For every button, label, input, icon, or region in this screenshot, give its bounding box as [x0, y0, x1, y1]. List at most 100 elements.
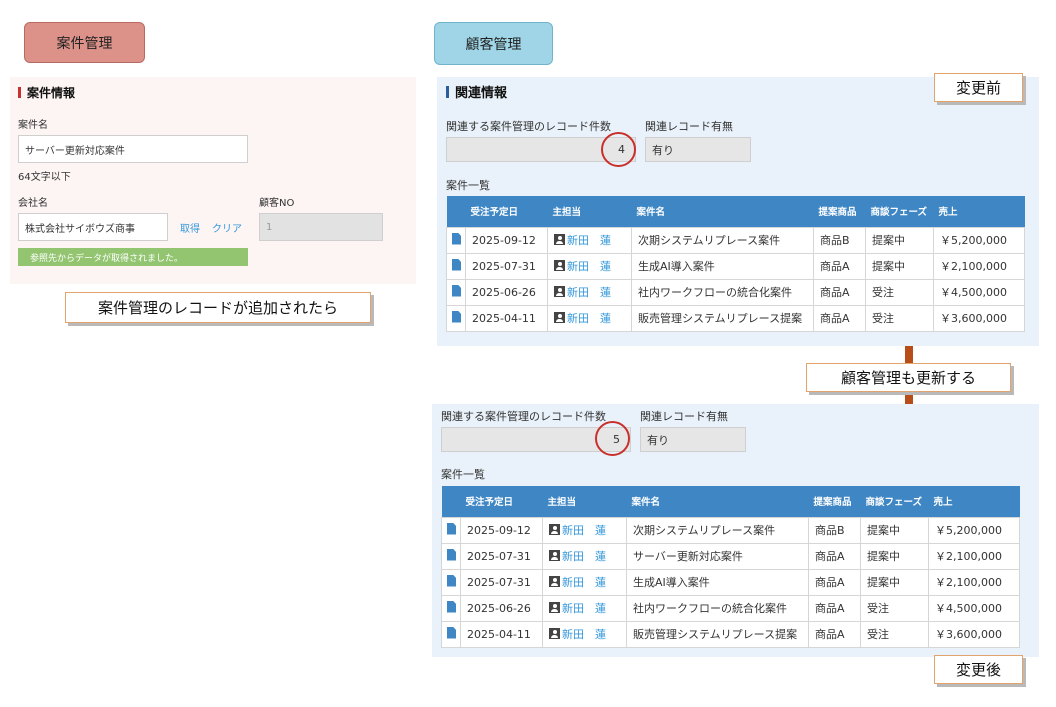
record-detail-cell[interactable]	[446, 252, 466, 280]
product-cell: 商品A	[808, 620, 861, 648]
document-icon[interactable]	[452, 284, 461, 297]
date-cell: 2025-06-26	[465, 278, 548, 306]
case-name-input[interactable]: サーバー更新対応案件	[18, 135, 248, 163]
owner-name[interactable]: 新田 蓮	[562, 576, 606, 589]
table-row[interactable]: 2025-09-12 新田 蓮 次期システムリプレース案件 商品B 提案中 ￥5,200,…	[446, 226, 1025, 254]
document-icon[interactable]	[447, 600, 456, 613]
user-icon	[549, 524, 560, 535]
header-case-name[interactable]: 案件名	[631, 196, 814, 227]
owner-cell[interactable]: 新田 蓮	[547, 278, 632, 306]
phase-cell: 提案中	[860, 516, 929, 544]
table-row[interactable]: 2025-09-12 新田 蓮 次期システムリプレース案件 商品B 提案中 ￥5,200,…	[441, 516, 1020, 544]
owner-cell[interactable]: 新田 蓮	[542, 568, 627, 596]
phase-cell: 受注	[865, 278, 934, 306]
callout-record-added: 案件管理のレコードが追加されたら	[65, 292, 371, 323]
record-exists-label: 関連レコード有無	[640, 410, 728, 423]
document-icon[interactable]	[452, 232, 461, 245]
product-cell: 商品B	[808, 516, 861, 544]
user-icon	[554, 286, 565, 297]
phase-cell: 提案中	[865, 252, 934, 280]
owner-name[interactable]: 新田 蓮	[567, 260, 611, 273]
header-date[interactable]: 受注予定日	[460, 486, 543, 517]
record-detail-cell[interactable]	[441, 620, 461, 648]
header-date[interactable]: 受注予定日	[465, 196, 548, 227]
clear-link[interactable]: クリア	[212, 220, 242, 235]
document-icon[interactable]	[447, 548, 456, 561]
date-cell: 2025-09-12	[465, 226, 548, 254]
user-icon	[549, 602, 560, 613]
owner-name[interactable]: 新田 蓮	[567, 312, 611, 325]
date-cell: 2025-06-26	[460, 594, 543, 622]
table-row[interactable]: 2025-04-11 新田 蓮 販売管理システムリプレース提案 商品A 受注 ￥3,600…	[441, 620, 1020, 648]
case-name-cell: 社内ワークフローの統合化案件	[626, 594, 809, 622]
table-row[interactable]: 2025-07-31 新田 蓮 生成AI導入案件 商品A 提案中 ￥2,100,000	[446, 252, 1025, 280]
product-cell: 商品A	[813, 304, 866, 332]
document-icon[interactable]	[447, 574, 456, 587]
header-sales[interactable]: 売上	[933, 196, 1025, 227]
case-info-section-title: 案件情報	[18, 84, 75, 101]
related-panel-after: 関連する案件管理のレコード件数 5 関連レコード有無 有り 案件一覧 受注予定日…	[432, 404, 1039, 657]
owner-name[interactable]: 新田 蓮	[562, 602, 606, 615]
phase-cell: 提案中	[860, 542, 929, 570]
document-icon[interactable]	[447, 522, 456, 535]
date-cell: 2025-07-31	[465, 252, 548, 280]
owner-cell[interactable]: 新田 蓮	[542, 516, 627, 544]
product-cell: 商品A	[813, 252, 866, 280]
sales-cell: ￥4,500,000	[933, 278, 1025, 306]
header-phase[interactable]: 商談フェーズ	[860, 486, 929, 517]
header-product[interactable]: 提案商品	[808, 486, 861, 517]
header-icon-col	[441, 486, 461, 517]
phase-cell: 受注	[860, 594, 929, 622]
user-icon	[549, 576, 560, 587]
document-icon[interactable]	[452, 258, 461, 271]
header-owner[interactable]: 主担当	[547, 196, 632, 227]
owner-cell[interactable]: 新田 蓮	[542, 620, 627, 648]
document-icon[interactable]	[452, 310, 461, 323]
record-detail-cell[interactable]	[446, 304, 466, 332]
case-list-label: 案件一覧	[446, 179, 490, 192]
owner-name[interactable]: 新田 蓮	[567, 234, 611, 247]
callout-also-updates: 顧客管理も更新する	[806, 363, 1011, 392]
record-exists-field: 有り	[640, 427, 746, 452]
table-row[interactable]: 2025-06-26 新田 蓮 社内ワークフローの統合化案件 商品A 受注 ￥4,500,…	[446, 278, 1025, 306]
case-info-title-text: 案件情報	[27, 86, 76, 100]
document-icon[interactable]	[447, 626, 456, 639]
header-owner[interactable]: 主担当	[542, 486, 627, 517]
record-detail-cell[interactable]	[446, 226, 466, 254]
header-sales[interactable]: 売上	[928, 486, 1020, 517]
owner-cell[interactable]: 新田 蓮	[547, 304, 632, 332]
owner-cell[interactable]: 新田 蓮	[547, 226, 632, 254]
record-detail-cell[interactable]	[441, 568, 461, 596]
product-cell: 商品A	[808, 594, 861, 622]
header-product[interactable]: 提案商品	[813, 196, 866, 227]
tab-kokyaku-kanri[interactable]: 顧客管理	[434, 22, 553, 65]
owner-name[interactable]: 新田 蓮	[562, 550, 606, 563]
callout-after: 変更後	[934, 655, 1023, 684]
header-case-name[interactable]: 案件名	[626, 486, 809, 517]
owner-cell[interactable]: 新田 蓮	[542, 594, 627, 622]
sales-cell: ￥5,200,000	[928, 516, 1020, 544]
table-row[interactable]: 2025-06-26 新田 蓮 社内ワークフローの統合化案件 商品A 受注 ￥4,500,…	[441, 594, 1020, 622]
table-row[interactable]: 2025-07-31 新田 蓮 サーバー更新対応案件 商品A 提案中 ￥2,100,000	[441, 542, 1020, 570]
record-detail-cell[interactable]	[441, 594, 461, 622]
case-name-cell: 次期システムリプレース案件	[631, 226, 814, 254]
owner-cell[interactable]: 新田 蓮	[547, 252, 632, 280]
header-phase[interactable]: 商談フェーズ	[865, 196, 934, 227]
highlight-circle	[595, 421, 630, 456]
table-header-row: 受注予定日 主担当 案件名 提案商品 商談フェーズ 売上	[441, 486, 1020, 517]
record-detail-cell[interactable]	[441, 516, 461, 544]
record-detail-cell[interactable]	[446, 278, 466, 306]
customer-no-input: 1	[259, 213, 383, 241]
owner-cell[interactable]: 新田 蓮	[542, 542, 627, 570]
owner-name[interactable]: 新田 蓮	[562, 628, 606, 641]
table-row[interactable]: 2025-04-11 新田 蓮 販売管理システムリプレース提案 商品A 受注 ￥3,600…	[446, 304, 1025, 332]
date-cell: 2025-04-11	[460, 620, 543, 648]
get-link[interactable]: 取得	[180, 220, 200, 235]
company-input[interactable]: 株式会社サイボウズ商事	[18, 213, 168, 241]
tab-anken-kanri[interactable]: 案件管理	[24, 22, 145, 63]
case-name-cell: 次期システムリプレース案件	[626, 516, 809, 544]
owner-name[interactable]: 新田 蓮	[562, 524, 606, 537]
record-detail-cell[interactable]	[441, 542, 461, 570]
owner-name[interactable]: 新田 蓮	[567, 286, 611, 299]
table-row[interactable]: 2025-07-31 新田 蓮 生成AI導入案件 商品A 提案中 ￥2,100,000	[441, 568, 1020, 596]
